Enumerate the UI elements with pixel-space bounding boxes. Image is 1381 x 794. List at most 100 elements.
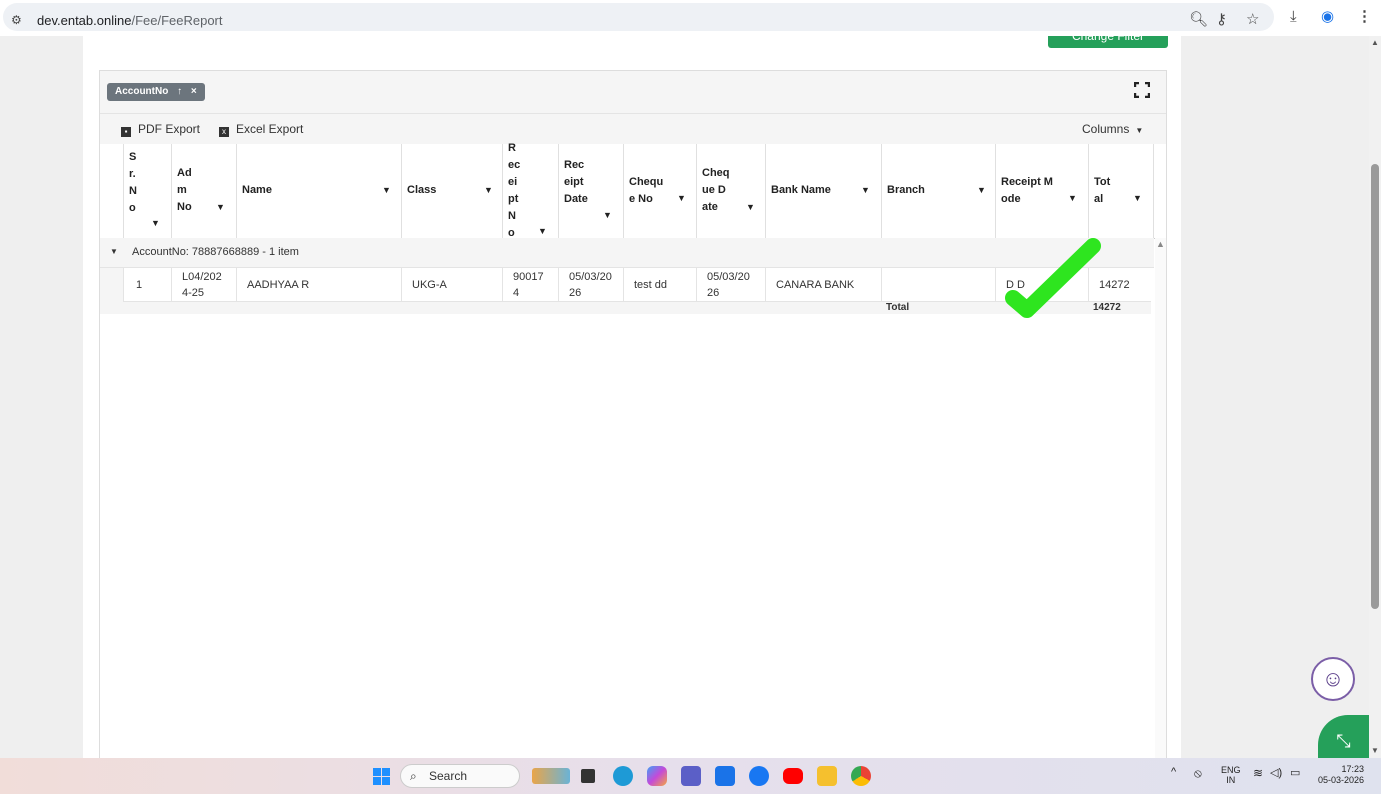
language-bottom: IN — [1226, 775, 1236, 785]
table-row[interactable]: 1 L04/2024-25 AADHYAA R UKG-A 900174 05/… — [123, 268, 1151, 302]
scroll-down-icon[interactable]: ▼ — [1371, 746, 1379, 755]
cell-name: AADHYAA R — [236, 268, 401, 301]
windows-start-icon[interactable] — [373, 768, 390, 785]
filter-icon[interactable]: ▼ — [677, 193, 686, 203]
books-widget-icon[interactable] — [532, 768, 570, 784]
filter-icon[interactable]: ▼ — [484, 185, 493, 195]
column-header-receiptdate[interactable]: Receipt Date ▼ — [558, 144, 623, 238]
close-icon[interactable]: × — [191, 86, 197, 97]
column-header-bankname[interactable]: Bank Name ▼ — [765, 144, 881, 238]
scroll-up-icon[interactable]: ▲ — [1371, 38, 1379, 47]
filter-icon[interactable]: ▼ — [861, 185, 870, 195]
column-header-receiptno[interactable]: Receipt No ▼ — [502, 142, 558, 239]
download-icon[interactable]: ⤓ — [1290, 8, 1297, 26]
url-path: /Fee/FeeReport — [131, 13, 223, 28]
grid-scrollbar[interactable]: ▲ — [1155, 238, 1166, 760]
column-header-name[interactable]: Name ▼ — [236, 144, 401, 238]
cell-text: 05/03/2026 — [707, 271, 750, 299]
total-label: Total — [886, 302, 910, 313]
clock[interactable]: 17:23 05-03-2026 — [1318, 764, 1364, 786]
edge-browser-icon[interactable] — [613, 766, 633, 786]
cell-text: test dd — [634, 279, 668, 291]
caret-down-icon[interactable]: ▼ — [110, 247, 118, 256]
column-header-srno[interactable]: Sr.No ▼ — [123, 144, 171, 238]
excel-icon: x — [219, 127, 229, 137]
teams-icon[interactable] — [681, 766, 701, 786]
cell-text: 05/03/2026 — [569, 271, 612, 299]
filter-icon[interactable]: ▼ — [538, 226, 547, 236]
column-header-receiptmode[interactable]: Receipt Mode ▼ — [995, 144, 1088, 238]
pdf-export-label: PDF Export — [138, 122, 201, 136]
address-bar[interactable]: ⚙ dev.entab.online/Fee/FeeReport 🔍︎ ⚷ ☆ — [3, 3, 1274, 31]
language-indicator[interactable]: ENG IN — [1221, 765, 1241, 785]
profile-icon[interactable]: ◉ — [1321, 8, 1334, 26]
group-row[interactable]: ▼ AccountNo: 78887668889 - 1 item — [100, 238, 1154, 268]
site-info-icon[interactable]: ⚙ — [11, 11, 22, 29]
columns-button[interactable]: Columns ▼ — [1082, 122, 1143, 136]
cell-text: UKG-A — [412, 279, 447, 291]
column-label: Sr.No — [129, 151, 137, 214]
column-label: Cheque Date — [702, 167, 730, 213]
volume-icon[interactable]: ◁) — [1270, 766, 1282, 779]
filter-icon[interactable]: ▼ — [977, 185, 986, 195]
expand-arrow-icon: ⤡ — [1336, 731, 1351, 751]
cell-text: AADHYAA R — [247, 279, 310, 291]
taskbar-search[interactable]: ⌕ Search — [400, 764, 520, 788]
support-agent-button[interactable]: ☺ — [1311, 657, 1355, 701]
column-header-chequeno[interactable]: Cheque No ▼ — [623, 144, 696, 238]
page-scrollbar[interactable]: ▲ ▼ — [1369, 36, 1381, 758]
filter-icon[interactable]: ▼ — [603, 210, 612, 220]
bookmark-star-icon[interactable]: ☆ — [1246, 11, 1259, 29]
url-text[interactable]: dev.entab.online/Fee/FeeReport — [37, 13, 223, 28]
taskbar-search-label: Search — [429, 769, 468, 783]
clock-date: 05-03-2026 — [1318, 775, 1365, 785]
filter-icon[interactable]: ▼ — [216, 202, 225, 212]
column-label: Receipt Date — [564, 159, 588, 205]
tray-overflow-icon[interactable]: ^ — [1171, 766, 1176, 778]
grid-toolbar: ▪ PDF Export x Excel Export Columns ▼ — [100, 114, 1166, 145]
zoom-icon[interactable]: 🔍︎ — [1189, 11, 1208, 29]
column-label: Name — [242, 184, 272, 196]
filter-icon[interactable]: ▼ — [1133, 193, 1142, 203]
group-chip-accountno[interactable]: AccountNo ↑ × — [107, 83, 205, 101]
cell-text: L04/2024-25 — [182, 271, 222, 299]
scroll-up-icon[interactable]: ▲ — [1156, 239, 1165, 249]
pdf-export-button[interactable]: ▪ PDF Export — [121, 122, 200, 137]
column-header-class[interactable]: Class ▼ — [401, 144, 502, 238]
password-key-icon[interactable]: ⚷ — [1216, 11, 1227, 29]
fee-report-grid: AccountNo ↑ × ▪ PDF Export x Excel Export … — [99, 70, 1167, 762]
chrome-icon[interactable] — [851, 766, 871, 786]
filter-icon[interactable]: ▼ — [1068, 193, 1077, 203]
filter-icon[interactable]: ▼ — [382, 185, 391, 195]
column-header-total[interactable]: Total ▼ — [1088, 144, 1154, 238]
column-label: Cheque No — [629, 176, 664, 205]
cell-branch — [881, 268, 995, 301]
grid-header: Sr.No ▼ Adm No ▼ Name ▼ Class ▼ Receipt … — [100, 142, 1166, 239]
task-view-icon[interactable] — [581, 769, 595, 783]
filter-icon[interactable]: ▼ — [746, 202, 755, 212]
column-label: Total — [1094, 176, 1111, 205]
column-header-admno[interactable]: Adm No ▼ — [171, 144, 236, 238]
file-explorer-icon[interactable] — [817, 766, 837, 786]
page-scrollbar-thumb[interactable] — [1371, 164, 1379, 609]
wifi-icon[interactable]: ≋ — [1253, 766, 1263, 780]
group-footer-row: Total 14272 — [123, 302, 1151, 314]
group-indent — [100, 268, 123, 314]
copilot-icon[interactable] — [647, 766, 667, 786]
column-header-chequedate[interactable]: Cheque Date ▼ — [696, 144, 765, 238]
facebook-icon[interactable] — [749, 766, 769, 786]
arrow-up-icon[interactable]: ↑ — [177, 86, 182, 97]
excel-export-button[interactable]: x Excel Export — [219, 122, 303, 137]
columns-label: Columns — [1082, 122, 1130, 136]
column-header-branch[interactable]: Branch ▼ — [881, 144, 995, 238]
group-row-label: AccountNo: 78887668889 - 1 item — [132, 246, 299, 258]
fullscreen-icon[interactable] — [1133, 81, 1152, 100]
filter-icon[interactable]: ▼ — [151, 218, 160, 228]
headset-icon: ☺ — [1321, 666, 1345, 691]
outlook-icon[interactable] — [715, 766, 735, 786]
youtube-icon[interactable] — [783, 768, 803, 784]
battery-icon[interactable]: ▭ — [1290, 766, 1300, 779]
change-filter-button[interactable]: Change Filter — [1048, 36, 1168, 48]
menu-dots-icon[interactable]: ⋮ — [1357, 8, 1372, 26]
location-off-icon[interactable]: ⦸ — [1194, 766, 1202, 781]
